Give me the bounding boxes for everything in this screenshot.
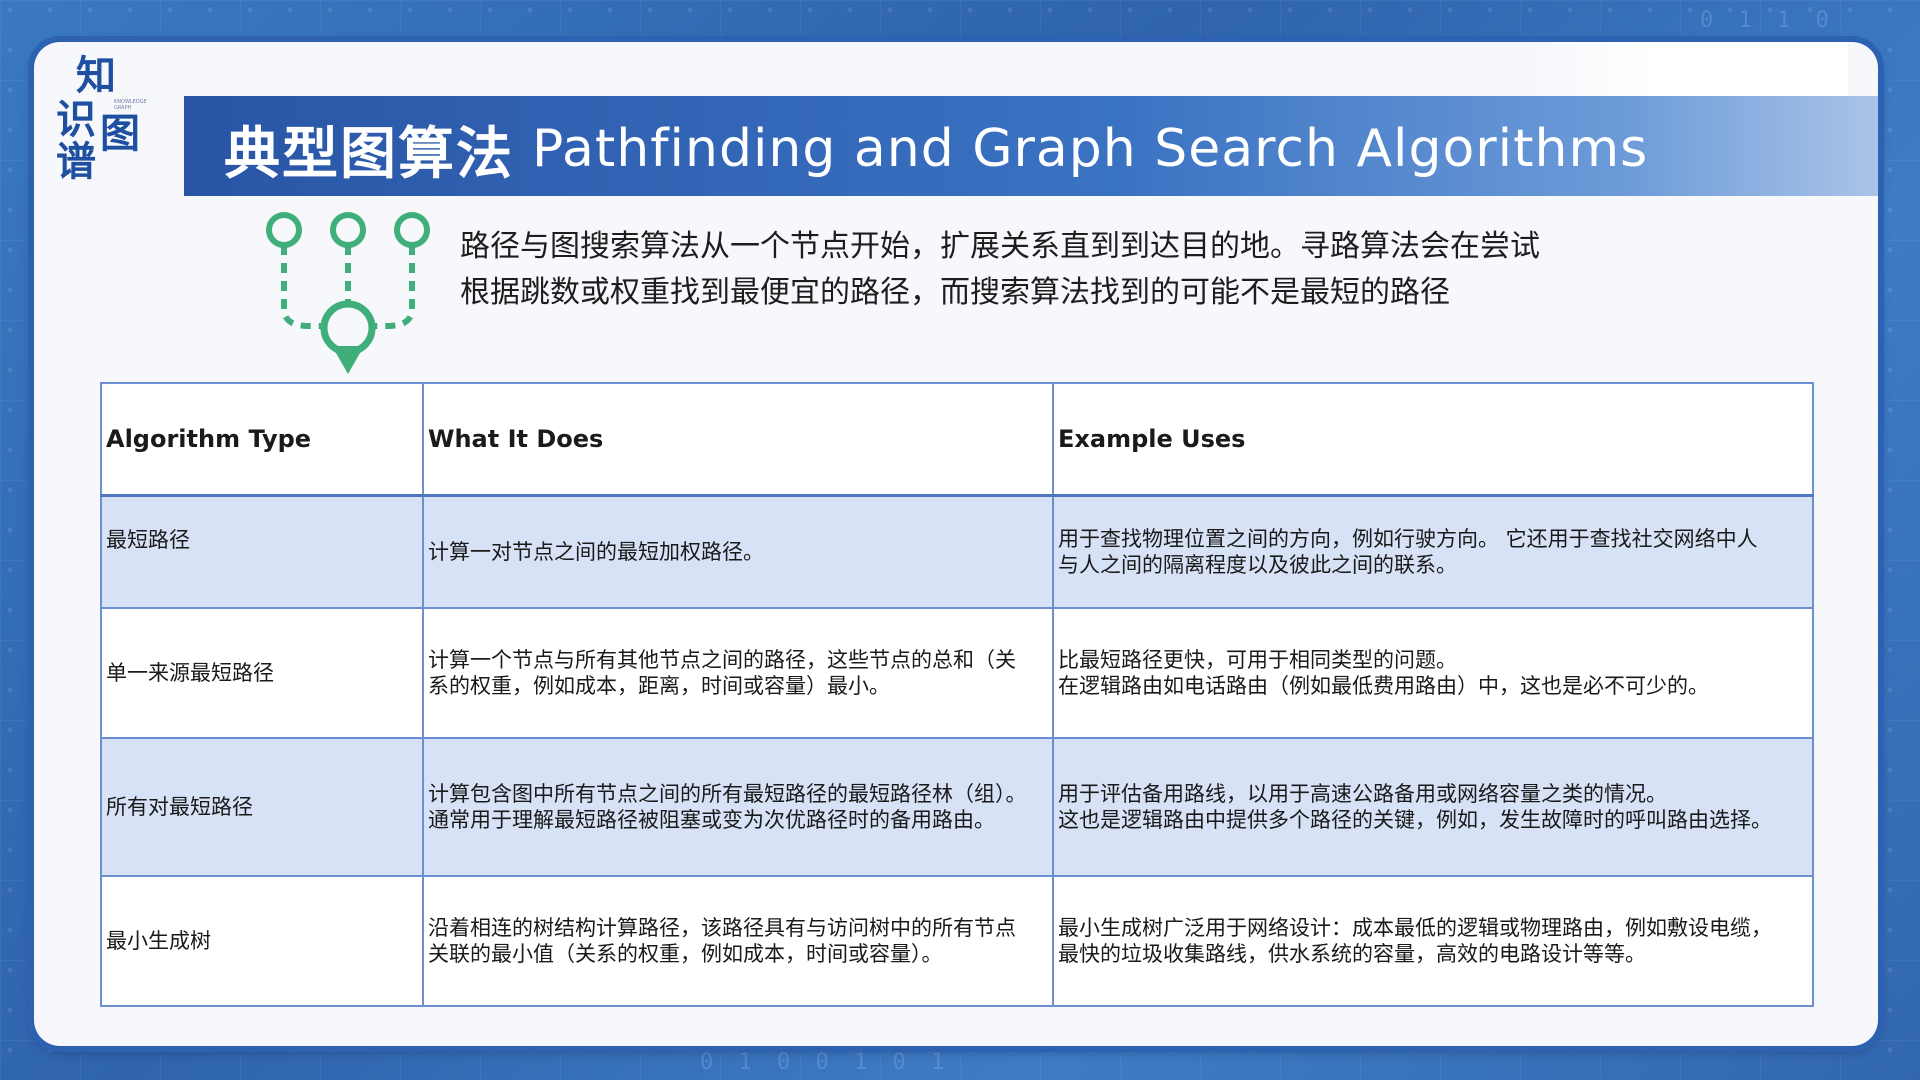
what-it-does-cell: 计算一对节点之间的最短加权路径。	[422, 494, 1054, 609]
cell-line: 这也是逻辑路由中提供多个路径的关键，例如，发生故障时的呼叫路由选择。	[1058, 807, 1772, 832]
intro-line: 根据跳数或权重找到最便宜的路径，而搜索算法找到的可能不是最短的路径	[460, 275, 1450, 310]
algorithm-type-cell: 单一来源最短路径	[100, 606, 424, 739]
logo-char: 识	[56, 96, 96, 143]
table-row: 最小生成树 沿着相连的树结构计算路径，该路径具有与访问树中的所有节点 关联的最小…	[100, 874, 1814, 1007]
algorithm-table: Algorithm Type What It Does Example Uses…	[100, 382, 1814, 1007]
slide-card: 知 识 图 谱 KNOWLEDGE GRAPH 典型图算法 Pathfindin…	[34, 42, 1878, 1046]
top-highlight	[1528, 42, 1848, 98]
logo-char: 谱	[56, 138, 96, 185]
cell-line: 系的权重，例如成本，距离，时间或容量）最小。	[428, 673, 890, 698]
intro-line: 路径与图搜索算法从一个节点开始，扩展关系直到到达目的地。寻路算法会在尝试	[460, 229, 1540, 264]
cell-line: 沿着相连的树结构计算路径，该路径具有与访问树中的所有节点	[428, 915, 1016, 940]
table-row: 所有对最短路径 计算包含图中所有节点之间的所有最短路径的最短路径林（组）。 通常…	[100, 736, 1814, 877]
algorithm-type-cell: 最小生成树	[100, 874, 424, 1007]
table-row: 单一来源最短路径 计算一个节点与所有其他节点之间的路径，这些节点的总和（关 系的…	[100, 606, 1814, 739]
table-header-row: Algorithm Type What It Does Example Uses	[100, 382, 1814, 497]
table-row: 最短路径 计算一对节点之间的最短加权路径。 用于查找物理位置之间的方向，例如行驶…	[100, 494, 1814, 609]
what-it-does-cell: 计算一个节点与所有其他节点之间的路径，这些节点的总和（关 系的权重，例如成本，距…	[422, 606, 1054, 739]
cell-line: 在逻辑路由如电话路由（例如最低费用路由）中，这也是必不可少的。	[1058, 673, 1709, 698]
example-uses-cell: 比最短路径更快，可用于相同类型的问题。 在逻辑路由如电话路由（例如最低费用路由）…	[1052, 606, 1814, 739]
example-uses-cell: 用于查找物理位置之间的方向，例如行驶方向。 它还用于查找社交网络中人 与人之间的…	[1052, 494, 1814, 609]
knowledge-graph-logo: 知 识 图 谱 KNOWLEDGE GRAPH	[52, 50, 152, 185]
cell-line: 比最短路径更快，可用于相同类型的问题。	[1058, 647, 1457, 672]
cell-line: 用于查找物理位置之间的方向，例如行驶方向。 它还用于查找社交网络中人	[1058, 526, 1758, 551]
cell-line: 计算一对节点之间的最短加权路径。	[428, 539, 764, 564]
cell-line: 最快的垃圾收集路线，供水系统的容量，高效的电路设计等等。	[1058, 941, 1646, 966]
algorithm-type-cell: 所有对最短路径	[100, 736, 424, 877]
logo-char: 图	[100, 110, 140, 157]
algorithm-type-cell: 最短路径	[100, 494, 424, 609]
cell-line: 计算一个节点与所有其他节点之间的路径，这些节点的总和（关	[428, 647, 1016, 672]
background-binary-decoration: 0 1 1 0	[1700, 8, 1835, 33]
cell-line: 通常用于理解最短路径被阻塞或变为次优路径时的备用路由。	[428, 807, 995, 832]
example-uses-cell: 最小生成树广泛用于网络设计：成本最低的逻辑或物理路由，例如敷设电缆， 最快的垃圾…	[1052, 874, 1814, 1007]
page-title-english: Pathfinding and Graph Search Algorithms	[532, 119, 1649, 179]
cell-line: 计算包含图中所有节点之间的所有最短路径的最短路径林（组）。	[428, 781, 1027, 806]
logo-subtext: KNOWLEDGE GRAPH	[114, 99, 147, 111]
cell-line: 用于评估备用路线，以用于高速公路备用或网络容量之类的情况。	[1058, 781, 1667, 806]
logo-char: 知	[76, 52, 116, 99]
cell-line: 与人之间的隔离程度以及彼此之间的联系。	[1058, 552, 1457, 577]
what-it-does-cell: 计算包含图中所有节点之间的所有最短路径的最短路径林（组）。 通常用于理解最短路径…	[422, 736, 1054, 877]
what-it-does-cell: 沿着相连的树结构计算路径，该路径具有与访问树中的所有节点 关联的最小值（关系的权…	[422, 874, 1054, 1007]
cell-line: 最小生成树广泛用于网络设计：成本最低的逻辑或物理路由，例如敷设电缆，	[1058, 915, 1772, 940]
cell-line: 关联的最小值（关系的权重，例如成本，时间或容量）。	[428, 941, 943, 966]
background-binary-decoration: 0 1 0 0 1 0 1	[700, 1050, 951, 1075]
column-header-example-uses: Example Uses	[1052, 382, 1814, 497]
page-title: 典型图算法 Pathfinding and Graph Search Algor…	[224, 106, 1648, 192]
column-header-what-it-does: What It Does	[422, 382, 1054, 497]
column-header-algorithm-type: Algorithm Type	[100, 382, 424, 497]
page-title-chinese: 典型图算法	[224, 121, 514, 187]
example-uses-cell: 用于评估备用路线，以用于高速公路备用或网络容量之类的情况。 这也是逻辑路由中提供…	[1052, 736, 1814, 877]
background: 0 1 1 0 0 1 0 0 1 0 1 0 知 识 图 谱 KNOWLEDG…	[0, 0, 1920, 1080]
intro-text: 路径与图搜索算法从一个节点开始，扩展关系直到到达目的地。寻路算法会在尝试 根据跳…	[460, 224, 1820, 316]
